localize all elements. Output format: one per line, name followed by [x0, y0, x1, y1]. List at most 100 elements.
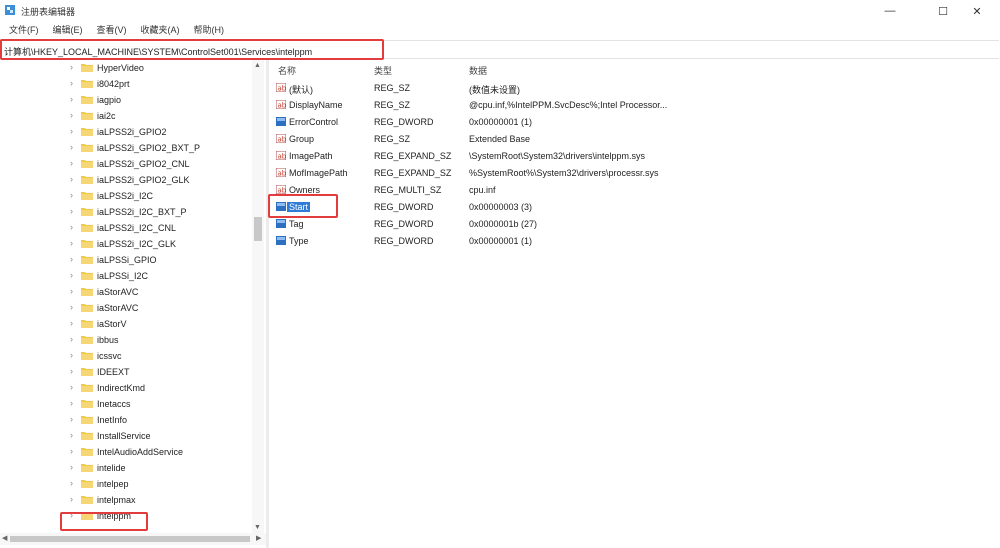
menu-help[interactable]: 帮助(H)	[187, 22, 232, 38]
value-row[interactable]: ErrorControl REG_DWORD 0x00000001 (1)	[271, 114, 1000, 130]
menu-view[interactable]: 查看(V)	[90, 22, 134, 38]
chevron-right-icon[interactable]: ›	[70, 110, 73, 120]
tree-item[interactable]: › iaLPSS2i_GPIO2_BXT_P	[0, 140, 250, 156]
chevron-right-icon[interactable]: ›	[70, 78, 73, 88]
list-header: 名称 类型 数据	[271, 60, 1000, 76]
string-value-icon: ab	[276, 185, 286, 194]
tree-item[interactable]: › intelppm	[0, 508, 250, 524]
chevron-right-icon[interactable]: ›	[70, 350, 73, 360]
tree-item[interactable]: › icssvc	[0, 348, 250, 364]
menu-file[interactable]: 文件(F)	[2, 22, 46, 38]
chevron-right-icon[interactable]: ›	[70, 94, 73, 104]
tree-item[interactable]: › iagpio	[0, 92, 250, 108]
address-path[interactable]: 计算机\HKEY_LOCAL_MACHINE\SYSTEM\ControlSet…	[4, 45, 312, 58]
pane-splitter[interactable]	[266, 60, 269, 548]
tree-item[interactable]: › iaLPSS2i_I2C	[0, 188, 250, 204]
column-header-name[interactable]: 名称	[278, 64, 296, 77]
chevron-right-icon[interactable]: ›	[70, 414, 73, 424]
value-row[interactable]: ab (默认) REG_SZ (数值未设置)	[271, 80, 1000, 96]
value-row[interactable]: Start REG_DWORD 0x00000003 (3)	[271, 199, 1000, 215]
chevron-right-icon[interactable]: ›	[70, 366, 73, 376]
folder-icon	[81, 128, 93, 136]
menu-favorites[interactable]: 收藏夹(A)	[134, 22, 187, 38]
menu-edit[interactable]: 编辑(E)	[46, 22, 90, 38]
chevron-right-icon[interactable]: ›	[70, 462, 73, 472]
value-row[interactable]: ab DisplayName REG_SZ @cpu.inf,%IntelPPM.Sv…	[271, 97, 1000, 113]
tree-item-label: InstallService	[97, 431, 151, 441]
tree-horizontal-scrollbar[interactable]: ◀ ▶	[0, 533, 266, 545]
tree-item[interactable]: › Inetaccs	[0, 396, 250, 412]
tree-item-label: iaStorAVC	[97, 303, 139, 313]
tree-item[interactable]: › iaStorV	[0, 316, 250, 332]
scroll-left-icon[interactable]: ◀	[2, 534, 7, 542]
chevron-right-icon[interactable]: ›	[70, 142, 73, 152]
chevron-right-icon[interactable]: ›	[70, 254, 73, 264]
tree-item[interactable]: › iaLPSS2i_GPIO2_GLK	[0, 172, 250, 188]
tree-item[interactable]: › intelide	[0, 460, 250, 476]
tree-item[interactable]: › intelpep	[0, 476, 250, 492]
folder-icon	[81, 480, 93, 488]
value-row[interactable]: Tag REG_DWORD 0x0000001b (27)	[271, 216, 1000, 232]
chevron-right-icon[interactable]: ›	[70, 158, 73, 168]
scroll-right-icon[interactable]: ▶	[256, 534, 261, 542]
tree-item[interactable]: › iaStorAVC	[0, 284, 250, 300]
scroll-down-icon[interactable]: ▼	[254, 524, 261, 531]
tree-item[interactable]: › i8042prt	[0, 76, 250, 92]
tree-item[interactable]: › IndirectKmd	[0, 380, 250, 396]
chevron-right-icon[interactable]: ›	[70, 318, 73, 328]
column-header-data[interactable]: 数据	[469, 64, 487, 77]
chevron-right-icon[interactable]: ›	[70, 206, 73, 216]
chevron-right-icon[interactable]: ›	[70, 430, 73, 440]
chevron-right-icon[interactable]: ›	[70, 190, 73, 200]
chevron-right-icon[interactable]: ›	[70, 334, 73, 344]
chevron-right-icon[interactable]: ›	[70, 238, 73, 248]
chevron-right-icon[interactable]: ›	[70, 494, 73, 504]
chevron-right-icon[interactable]: ›	[70, 510, 73, 520]
chevron-right-icon[interactable]: ›	[70, 174, 73, 184]
value-row[interactable]: Type REG_DWORD 0x00000001 (1)	[271, 233, 1000, 249]
tree-item[interactable]: › IntelAudioAddService	[0, 444, 250, 460]
chevron-right-icon[interactable]: ›	[70, 286, 73, 296]
tree-item[interactable]: › iaLPSSi_I2C	[0, 268, 250, 284]
tree-item[interactable]: › iaLPSSi_GPIO	[0, 252, 250, 268]
value-name: DisplayName	[289, 100, 343, 110]
folder-icon	[81, 352, 93, 360]
tree-item[interactable]: › iaStorAVC	[0, 300, 250, 316]
chevron-right-icon[interactable]: ›	[70, 478, 73, 488]
folder-icon	[81, 336, 93, 344]
tree-vertical-scrollbar[interactable]: ▲ ▼	[252, 60, 264, 538]
tree-item[interactable]: › iaLPSS2i_GPIO2_CNL	[0, 156, 250, 172]
tree-scroll-thumb[interactable]	[254, 217, 262, 241]
tree-item[interactable]: › IDEEXT	[0, 364, 250, 380]
minimize-button[interactable]: —	[868, 0, 912, 22]
tree-item[interactable]: › iaLPSS2i_GPIO2	[0, 124, 250, 140]
tree-item[interactable]: › InetInfo	[0, 412, 250, 428]
value-row[interactable]: ab Group REG_SZ Extended Base	[271, 131, 1000, 147]
tree-item[interactable]: › HyperVideo	[0, 60, 250, 76]
chevron-right-icon[interactable]: ›	[70, 126, 73, 136]
tree-item[interactable]: › iaLPSS2i_I2C_BXT_P	[0, 204, 250, 220]
tree-item[interactable]: › ibbus	[0, 332, 250, 348]
chevron-right-icon[interactable]: ›	[70, 270, 73, 280]
chevron-right-icon[interactable]: ›	[70, 382, 73, 392]
chevron-right-icon[interactable]: ›	[70, 62, 73, 72]
tree-item[interactable]: › intelpmax	[0, 492, 250, 508]
value-row[interactable]: ab MofImagePath REG_EXPAND_SZ %SystemRoot%\…	[271, 165, 1000, 181]
tree-item[interactable]: › iai2c	[0, 108, 250, 124]
value-row[interactable]: ab ImagePath REG_EXPAND_SZ \SystemRoot\Syst…	[271, 148, 1000, 164]
address-bar[interactable]: 计算机\HKEY_LOCAL_MACHINE\SYSTEM\ControlSet…	[1, 40, 999, 59]
scroll-up-icon[interactable]: ▲	[254, 62, 261, 69]
close-button[interactable]: ✕	[955, 0, 999, 22]
chevron-right-icon[interactable]: ›	[70, 446, 73, 456]
value-row[interactable]: ab Owners REG_MULTI_SZ cpu.inf	[271, 182, 1000, 198]
tree-item[interactable]: › InstallService	[0, 428, 250, 444]
chevron-right-icon[interactable]: ›	[70, 302, 73, 312]
column-header-type[interactable]: 类型	[374, 64, 392, 77]
folder-icon	[81, 368, 93, 376]
chevron-right-icon[interactable]: ›	[70, 398, 73, 408]
folder-icon	[81, 112, 93, 120]
chevron-right-icon[interactable]: ›	[70, 222, 73, 232]
tree-item[interactable]: › iaLPSS2i_I2C_CNL	[0, 220, 250, 236]
tree-item[interactable]: › iaLPSS2i_I2C_GLK	[0, 236, 250, 252]
tree-hscroll-thumb[interactable]	[10, 536, 250, 542]
